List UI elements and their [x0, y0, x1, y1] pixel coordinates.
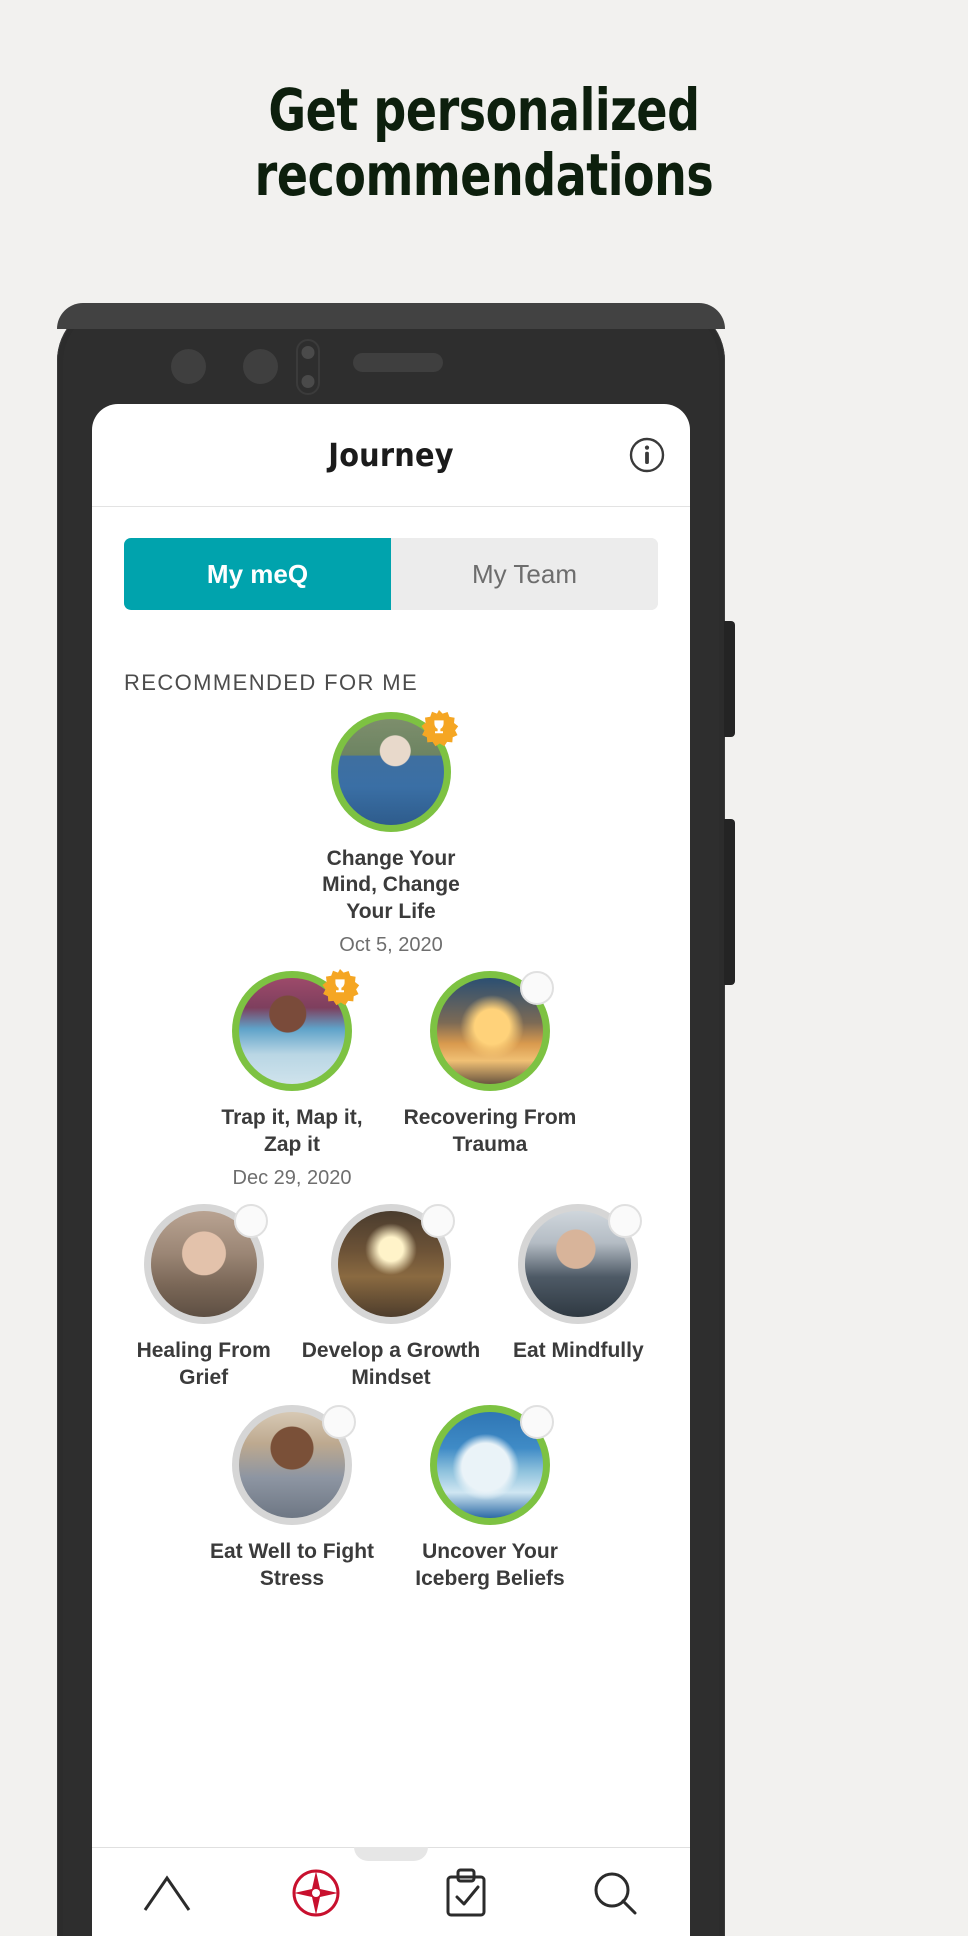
- card-row: Change Your Mind, Change Your Life Oct 5…: [110, 710, 672, 957]
- card-row: Healing From Grief Develop a Growth Mind…: [110, 1204, 672, 1391]
- proximity-sensor-pair-icon: [296, 339, 320, 395]
- volume-button[interactable]: [724, 621, 735, 737]
- nav-item-search[interactable]: [541, 1868, 691, 1923]
- lesson-date: Dec 29, 2020: [232, 1167, 352, 1190]
- bottom-navigation-bar: [92, 1847, 690, 1936]
- lesson-thumbnail[interactable]: [331, 710, 459, 832]
- empty-badge-icon: [608, 1204, 643, 1239]
- app-screen: Journey My meQ My Team RECOMMENDED FOR M…: [92, 404, 690, 1936]
- lesson-title: Develop a Growth Mindset: [301, 1339, 481, 1389]
- empty-badge-icon: [322, 1405, 356, 1440]
- lesson-title: Change Your Mind, Change Your Life: [322, 847, 460, 923]
- phone-mockup: Journey My meQ My Team RECOMMENDED FOR M…: [57, 303, 735, 1936]
- nav-item-home[interactable]: [92, 1870, 242, 1921]
- clipboard-check-icon: [442, 1867, 490, 1924]
- lesson-title: Eat Well to Fight Stress: [209, 1540, 375, 1590]
- lesson-title: Eat Mindfully: [512, 1339, 644, 1363]
- home-icon: [140, 1870, 194, 1921]
- tab-my-meq-label: My meQ: [206, 558, 309, 589]
- lesson-thumbnail[interactable]: [232, 969, 360, 1092]
- list-item[interactable]: Trap it, Map it, Zap it Dec 29, 2020: [193, 969, 391, 1190]
- camera-lens-1-icon: [171, 349, 206, 384]
- empty-badge-icon: [233, 1204, 268, 1239]
- recommended-list: Change Your Mind, Change Your Life Oct 5…: [92, 710, 690, 1592]
- tab-my-team-label: My Team: [472, 558, 577, 589]
- headline-line-1: Get personalized: [268, 76, 700, 144]
- empty-badge-icon: [420, 1204, 455, 1239]
- lesson-thumbnail[interactable]: [232, 1405, 356, 1526]
- lesson-thumbnail[interactable]: [430, 1405, 554, 1526]
- list-item[interactable]: Healing From Grief: [110, 1204, 297, 1391]
- lesson-title: Trap it, Map it, Zap it: [221, 1106, 363, 1156]
- app-title: Journey: [328, 436, 454, 474]
- section-title-recommended: RECOMMENDED FOR ME: [124, 670, 419, 695]
- list-item[interactable]: Uncover Your Iceberg Beliefs: [391, 1405, 589, 1592]
- lesson-date: Oct 5, 2020: [339, 934, 443, 957]
- empty-badge-icon: [520, 971, 554, 1006]
- empty-badge-icon: [520, 1405, 554, 1440]
- camera-lens-2-icon: [243, 349, 278, 384]
- lesson-thumbnail[interactable]: [518, 1204, 643, 1325]
- page-title: Get personalized recommendations: [58, 78, 910, 208]
- tab-my-meq[interactable]: My meQ: [124, 538, 391, 610]
- card-row: Trap it, Map it, Zap it Dec 29, 2020 Rec…: [110, 969, 672, 1190]
- lesson-title: Healing From Grief: [136, 1339, 271, 1389]
- info-circle-icon[interactable]: [628, 436, 666, 474]
- app-header: Journey: [92, 404, 690, 507]
- list-item[interactable]: Recovering From Trauma: [391, 971, 589, 1190]
- tab-my-team[interactable]: My Team: [391, 538, 658, 610]
- lesson-thumbnail[interactable]: [330, 1204, 455, 1325]
- promo-screenshot: Get personalized recommendations Journey: [0, 0, 968, 1936]
- headline-line-2: recommendations: [254, 140, 714, 209]
- list-item[interactable]: Eat Well to Fight Stress: [193, 1405, 391, 1592]
- list-item[interactable]: Eat Mindfully: [485, 1204, 672, 1391]
- search-icon: [590, 1868, 640, 1923]
- lesson-title: Uncover Your Iceberg Beliefs: [415, 1540, 565, 1590]
- lesson-title: Recovering From Trauma: [403, 1106, 577, 1156]
- trophy-badge-icon: [419, 708, 459, 748]
- segmented-tabs: My meQ My Team: [124, 538, 658, 610]
- list-item[interactable]: Change Your Mind, Change Your Life Oct 5…: [292, 710, 490, 957]
- earpiece-speaker-icon: [353, 353, 443, 372]
- lesson-thumbnail[interactable]: [143, 1204, 268, 1325]
- power-button[interactable]: [724, 819, 735, 985]
- nav-item-tasks[interactable]: [391, 1867, 541, 1924]
- list-item[interactable]: Develop a Growth Mindset: [297, 1204, 484, 1391]
- trophy-badge-icon: [320, 967, 360, 1007]
- lesson-thumbnail[interactable]: [430, 971, 554, 1092]
- nav-item-compass[interactable]: [242, 1867, 392, 1924]
- phone-top-edge-highlight: [57, 303, 725, 329]
- card-row: Eat Well to Fight Stress Uncover Your Ic…: [110, 1405, 672, 1592]
- compass-icon: [290, 1867, 342, 1924]
- scroll-indicator-notch: [354, 1847, 428, 1861]
